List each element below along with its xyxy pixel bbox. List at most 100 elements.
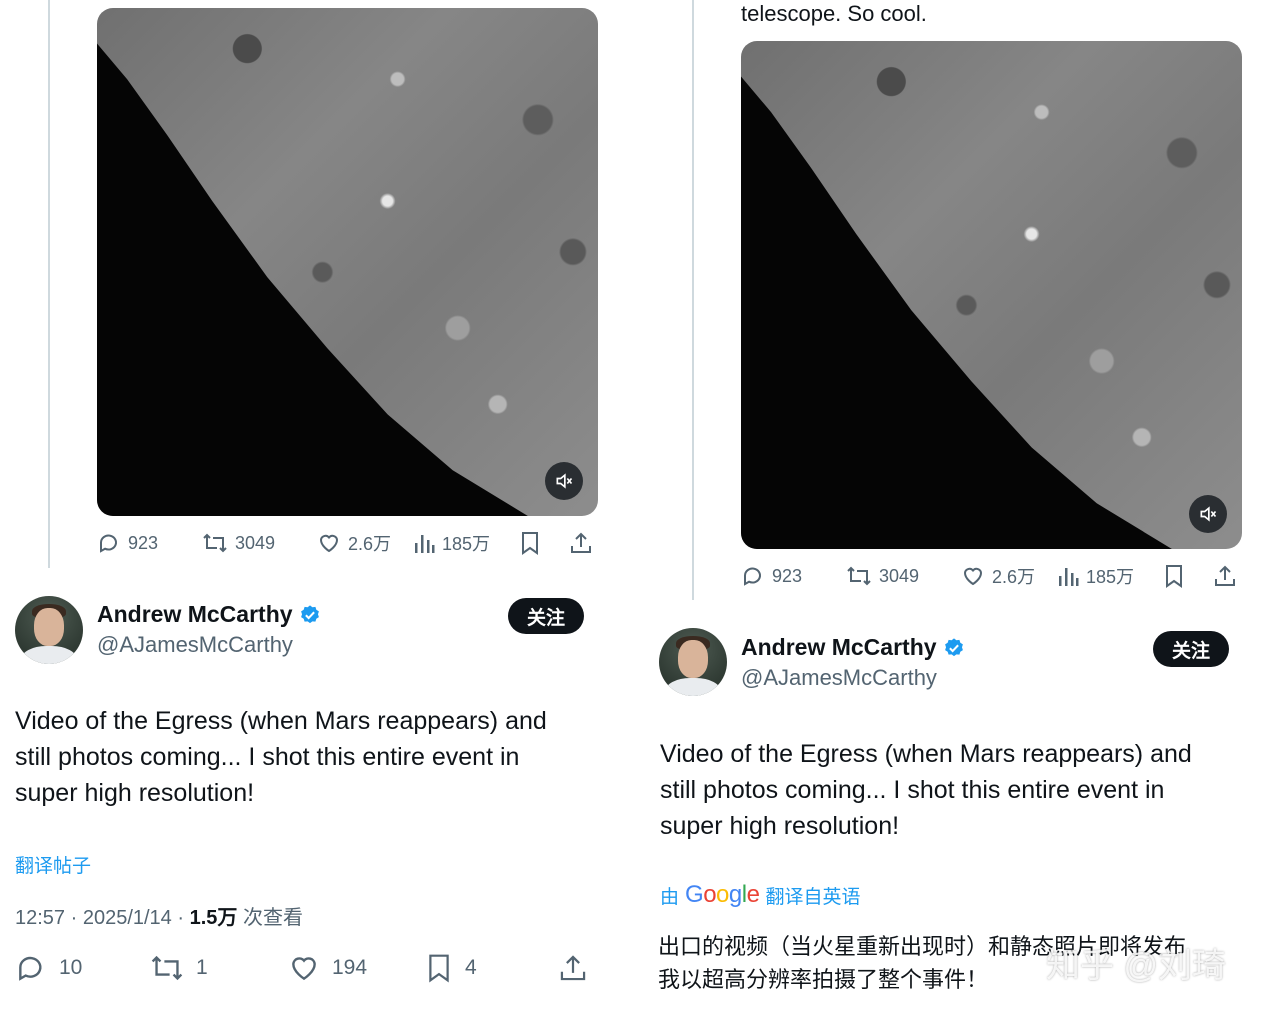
bookmark-count: 4 [465, 956, 477, 979]
google-letter: o [716, 881, 729, 908]
like-count: 2.6万 [348, 534, 392, 554]
media-metrics-bar: 923 3049 2.6万 185万 [741, 561, 1241, 591]
views-chart-icon [415, 535, 435, 553]
repost-action[interactable]: 1 [150, 952, 288, 984]
author-avatar[interactable] [15, 596, 83, 664]
muted-speaker-icon [1200, 506, 1217, 522]
author-avatar[interactable] [659, 628, 727, 696]
reply-icon [19, 956, 42, 981]
moon-video[interactable] [741, 41, 1242, 549]
repost-count: 3049 [879, 565, 920, 586]
mute-button[interactable] [545, 462, 583, 500]
moon-video[interactable] [97, 8, 598, 516]
reply-metric[interactable]: 923 [97, 531, 202, 555]
by-label: 由 [660, 886, 680, 908]
tweet-text-line: Video of the Egress (when Mars reappears… [15, 707, 547, 735]
views-count: 185万 [442, 534, 491, 554]
tweet-text-line: Video of the Egress (when Mars reappears… [660, 740, 1192, 768]
google-translate-attribution[interactable]: 由 Google 翻译自英语 [660, 881, 860, 909]
bookmark-icon [429, 954, 449, 983]
author-display-name[interactable]: Andrew McCarthy [97, 601, 293, 628]
repost-icon [203, 533, 227, 553]
author-handle[interactable]: @AJamesMcCarthy [741, 665, 937, 691]
like-action[interactable]: 194 [288, 952, 425, 984]
repost-count: 3049 [235, 532, 276, 553]
repost-icon [151, 955, 183, 981]
tweet-text-line: super high resolution! [15, 779, 255, 807]
avatar-shirt [21, 646, 77, 664]
share-button[interactable] [1213, 563, 1237, 589]
share-action[interactable] [558, 952, 588, 984]
bookmark-icon [522, 532, 538, 555]
follow-button[interactable]: 关注 [1153, 631, 1230, 667]
like-count: 2.6万 [992, 567, 1036, 587]
views-total: 1.5万 [189, 907, 238, 929]
bookmark-button[interactable] [1163, 563, 1213, 589]
like-metric[interactable]: 2.6万 [317, 530, 413, 556]
reply-count: 10 [59, 956, 83, 979]
repost-icon [847, 566, 871, 586]
bookmark-icon [1166, 565, 1182, 588]
google-letter: g [728, 881, 742, 908]
bookmark-button[interactable] [519, 530, 569, 556]
author-name-row[interactable]: Andrew McCarthy [97, 601, 321, 628]
bookmark-action[interactable]: 4 [425, 952, 558, 984]
muted-speaker-icon [556, 473, 573, 489]
author-display-name[interactable]: Andrew McCarthy [741, 634, 937, 661]
heart-icon [292, 957, 316, 981]
views-chart-icon [1059, 568, 1079, 586]
like-count: 194 [332, 956, 368, 979]
views-label: 次查看 [237, 907, 303, 929]
google-letter: G [685, 881, 704, 908]
verified-badge-icon [300, 604, 319, 623]
tweet-text-line: still photos coming... I shot this entir… [660, 776, 1165, 804]
author-handle[interactable]: @AJamesMcCarthy [97, 632, 293, 658]
reply-count: 923 [128, 532, 159, 553]
share-icon [1215, 565, 1235, 586]
tweet-text: Video of the Egress (when Mars reappears… [15, 703, 615, 811]
right-screenshot-panel: telescope. So cool. 923 3049 2.6万 185万 A… [644, 0, 1280, 1009]
translate-post-link[interactable]: 翻译帖子 [15, 851, 91, 878]
heart-icon [963, 567, 983, 586]
thread-line [48, 0, 50, 568]
views-metric[interactable]: 185万 [413, 530, 519, 556]
follow-button[interactable]: 关注 [508, 598, 585, 634]
google-logo: Google [685, 881, 760, 909]
share-button[interactable] [569, 530, 593, 556]
share-icon [560, 955, 586, 981]
repost-count: 1 [196, 956, 208, 979]
views-count: 185万 [1086, 567, 1135, 587]
tweet-timestamp[interactable]: 12:57 · 2025/1/14 · [15, 907, 190, 929]
google-letter: o [703, 881, 717, 908]
avatar-face [34, 608, 64, 646]
avatar-shirt [665, 678, 721, 696]
verified-badge-icon [944, 637, 963, 656]
media-metrics-bar: 923 3049 2.6万 185万 [97, 528, 597, 558]
repost-metric[interactable]: 3049 [846, 564, 961, 588]
share-icon [571, 532, 591, 553]
previous-tweet-text: telescope. So cool. [741, 1, 927, 26]
heart-icon [319, 534, 339, 553]
repost-metric[interactable]: 3049 [202, 531, 317, 555]
thread-line [692, 0, 694, 600]
views-metric[interactable]: 185万 [1057, 563, 1163, 589]
tweet-actions-bar: 10 1 194 4 [15, 951, 595, 985]
zhihu-watermark: 知乎 @刘琦 [1046, 947, 1226, 985]
like-metric[interactable]: 2.6万 [961, 563, 1057, 589]
moon-shadow [97, 43, 528, 516]
mute-button[interactable] [1189, 495, 1227, 533]
google-letter: e [746, 881, 760, 908]
tweet-text-line: still photos coming... I shot this entir… [15, 743, 520, 771]
reply-count: 923 [772, 565, 803, 586]
reply-icon [744, 567, 761, 586]
left-screenshot-panel: 923 3049 2.6万 185万 Andrew McCarthy @AJam… [0, 0, 640, 1009]
tweet-text: Video of the Egress (when Mars reappears… [660, 736, 1260, 844]
moon-shadow [741, 76, 1172, 549]
reply-action[interactable]: 10 [15, 952, 150, 984]
author-name-row[interactable]: Andrew McCarthy [741, 634, 965, 661]
reply-metric[interactable]: 923 [741, 564, 846, 588]
tweet-text-line: super high resolution! [660, 812, 900, 840]
reply-icon [100, 534, 117, 553]
tweet-meta: 12:57 · 2025/1/14 · 1.5万 次查看 [15, 901, 303, 930]
translated-from-label: 翻译自英语 [765, 886, 861, 908]
